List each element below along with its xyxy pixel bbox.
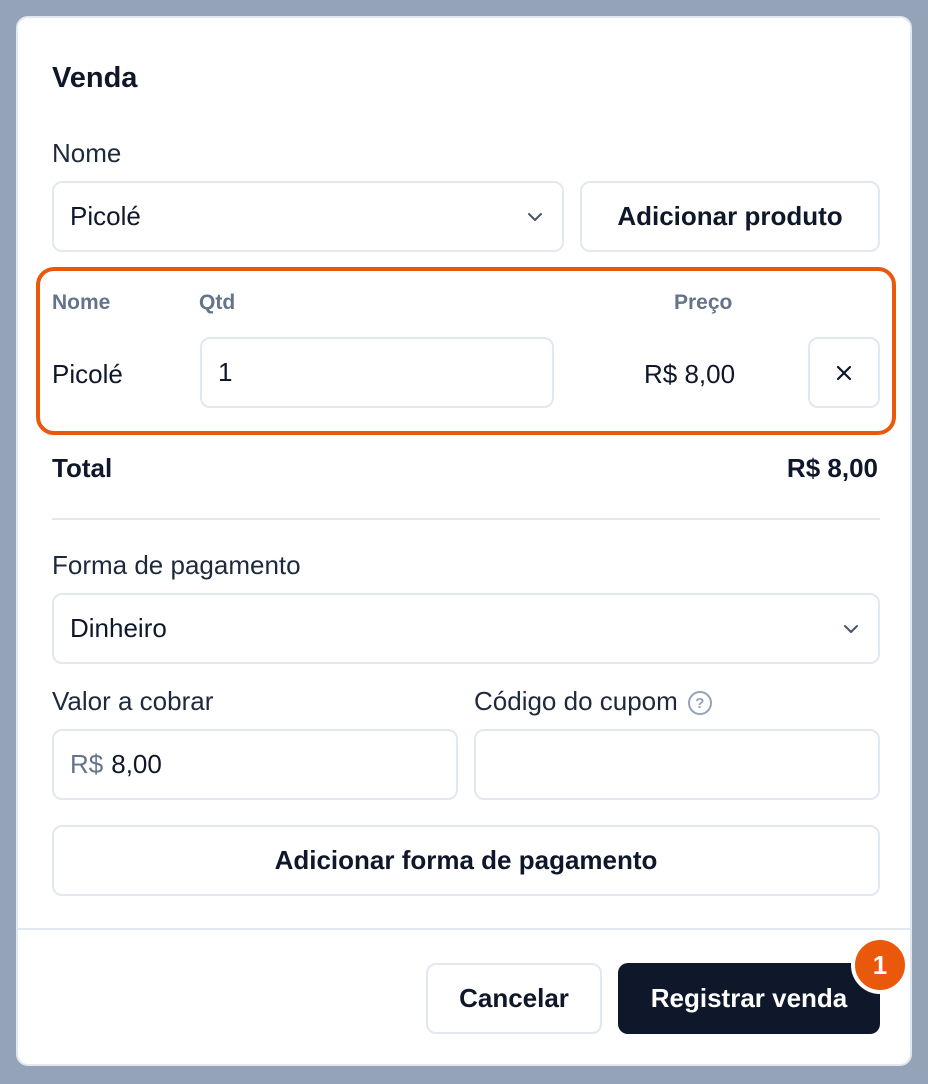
- currency-prefix: R$: [70, 749, 104, 779]
- dialog-title: Venda: [52, 62, 138, 94]
- coupon-label: Código do cupom?: [474, 686, 712, 717]
- step-badge: 1: [851, 936, 909, 994]
- add-payment-method-button[interactable]: Adicionar forma de pagamento: [52, 825, 880, 896]
- chevron-down-icon: [840, 618, 862, 640]
- item-name: Picolé: [52, 359, 123, 389]
- item-price: R$ 8,00: [644, 359, 736, 389]
- help-circle-icon[interactable]: ?: [687, 691, 712, 716]
- chevron-down-icon: [524, 206, 546, 228]
- footer-divider: [18, 928, 910, 930]
- sale-dialog: Venda Nome Picolé Adicionar produto Nome…: [16, 16, 912, 1066]
- payment-method-select[interactable]: Dinheiro: [52, 593, 880, 664]
- total-label: Total: [52, 453, 113, 483]
- item-qty-input[interactable]: 1: [200, 337, 554, 408]
- coupon-input[interactable]: [474, 729, 880, 800]
- section-divider: [52, 518, 880, 520]
- amount-input[interactable]: R$ 8,00: [52, 729, 458, 800]
- close-icon: [836, 365, 852, 380]
- product-select[interactable]: Picolé: [52, 181, 564, 252]
- register-sale-button[interactable]: Registrar venda: [618, 963, 880, 1034]
- amount-label: Valor a cobrar: [52, 686, 214, 716]
- total-value: R$ 8,00: [786, 453, 878, 483]
- cancel-button[interactable]: Cancelar: [426, 963, 602, 1034]
- items-header-name: Nome: [52, 291, 111, 314]
- product-select-value: Picolé: [70, 201, 141, 231]
- product-name-label: Nome: [52, 138, 122, 168]
- remove-item-button[interactable]: [808, 337, 880, 408]
- coupon-label-text: Código do cupom: [474, 686, 678, 716]
- add-product-button[interactable]: Adicionar produto: [580, 181, 880, 252]
- item-qty-value: 1: [218, 357, 233, 387]
- items-header-qty: Qtd: [199, 291, 236, 314]
- amount-value: 8,00: [111, 749, 162, 779]
- payment-method-label: Forma de pagamento: [52, 550, 301, 580]
- payment-method-value: Dinheiro: [70, 613, 167, 643]
- items-header-price: Preço: [674, 291, 733, 314]
